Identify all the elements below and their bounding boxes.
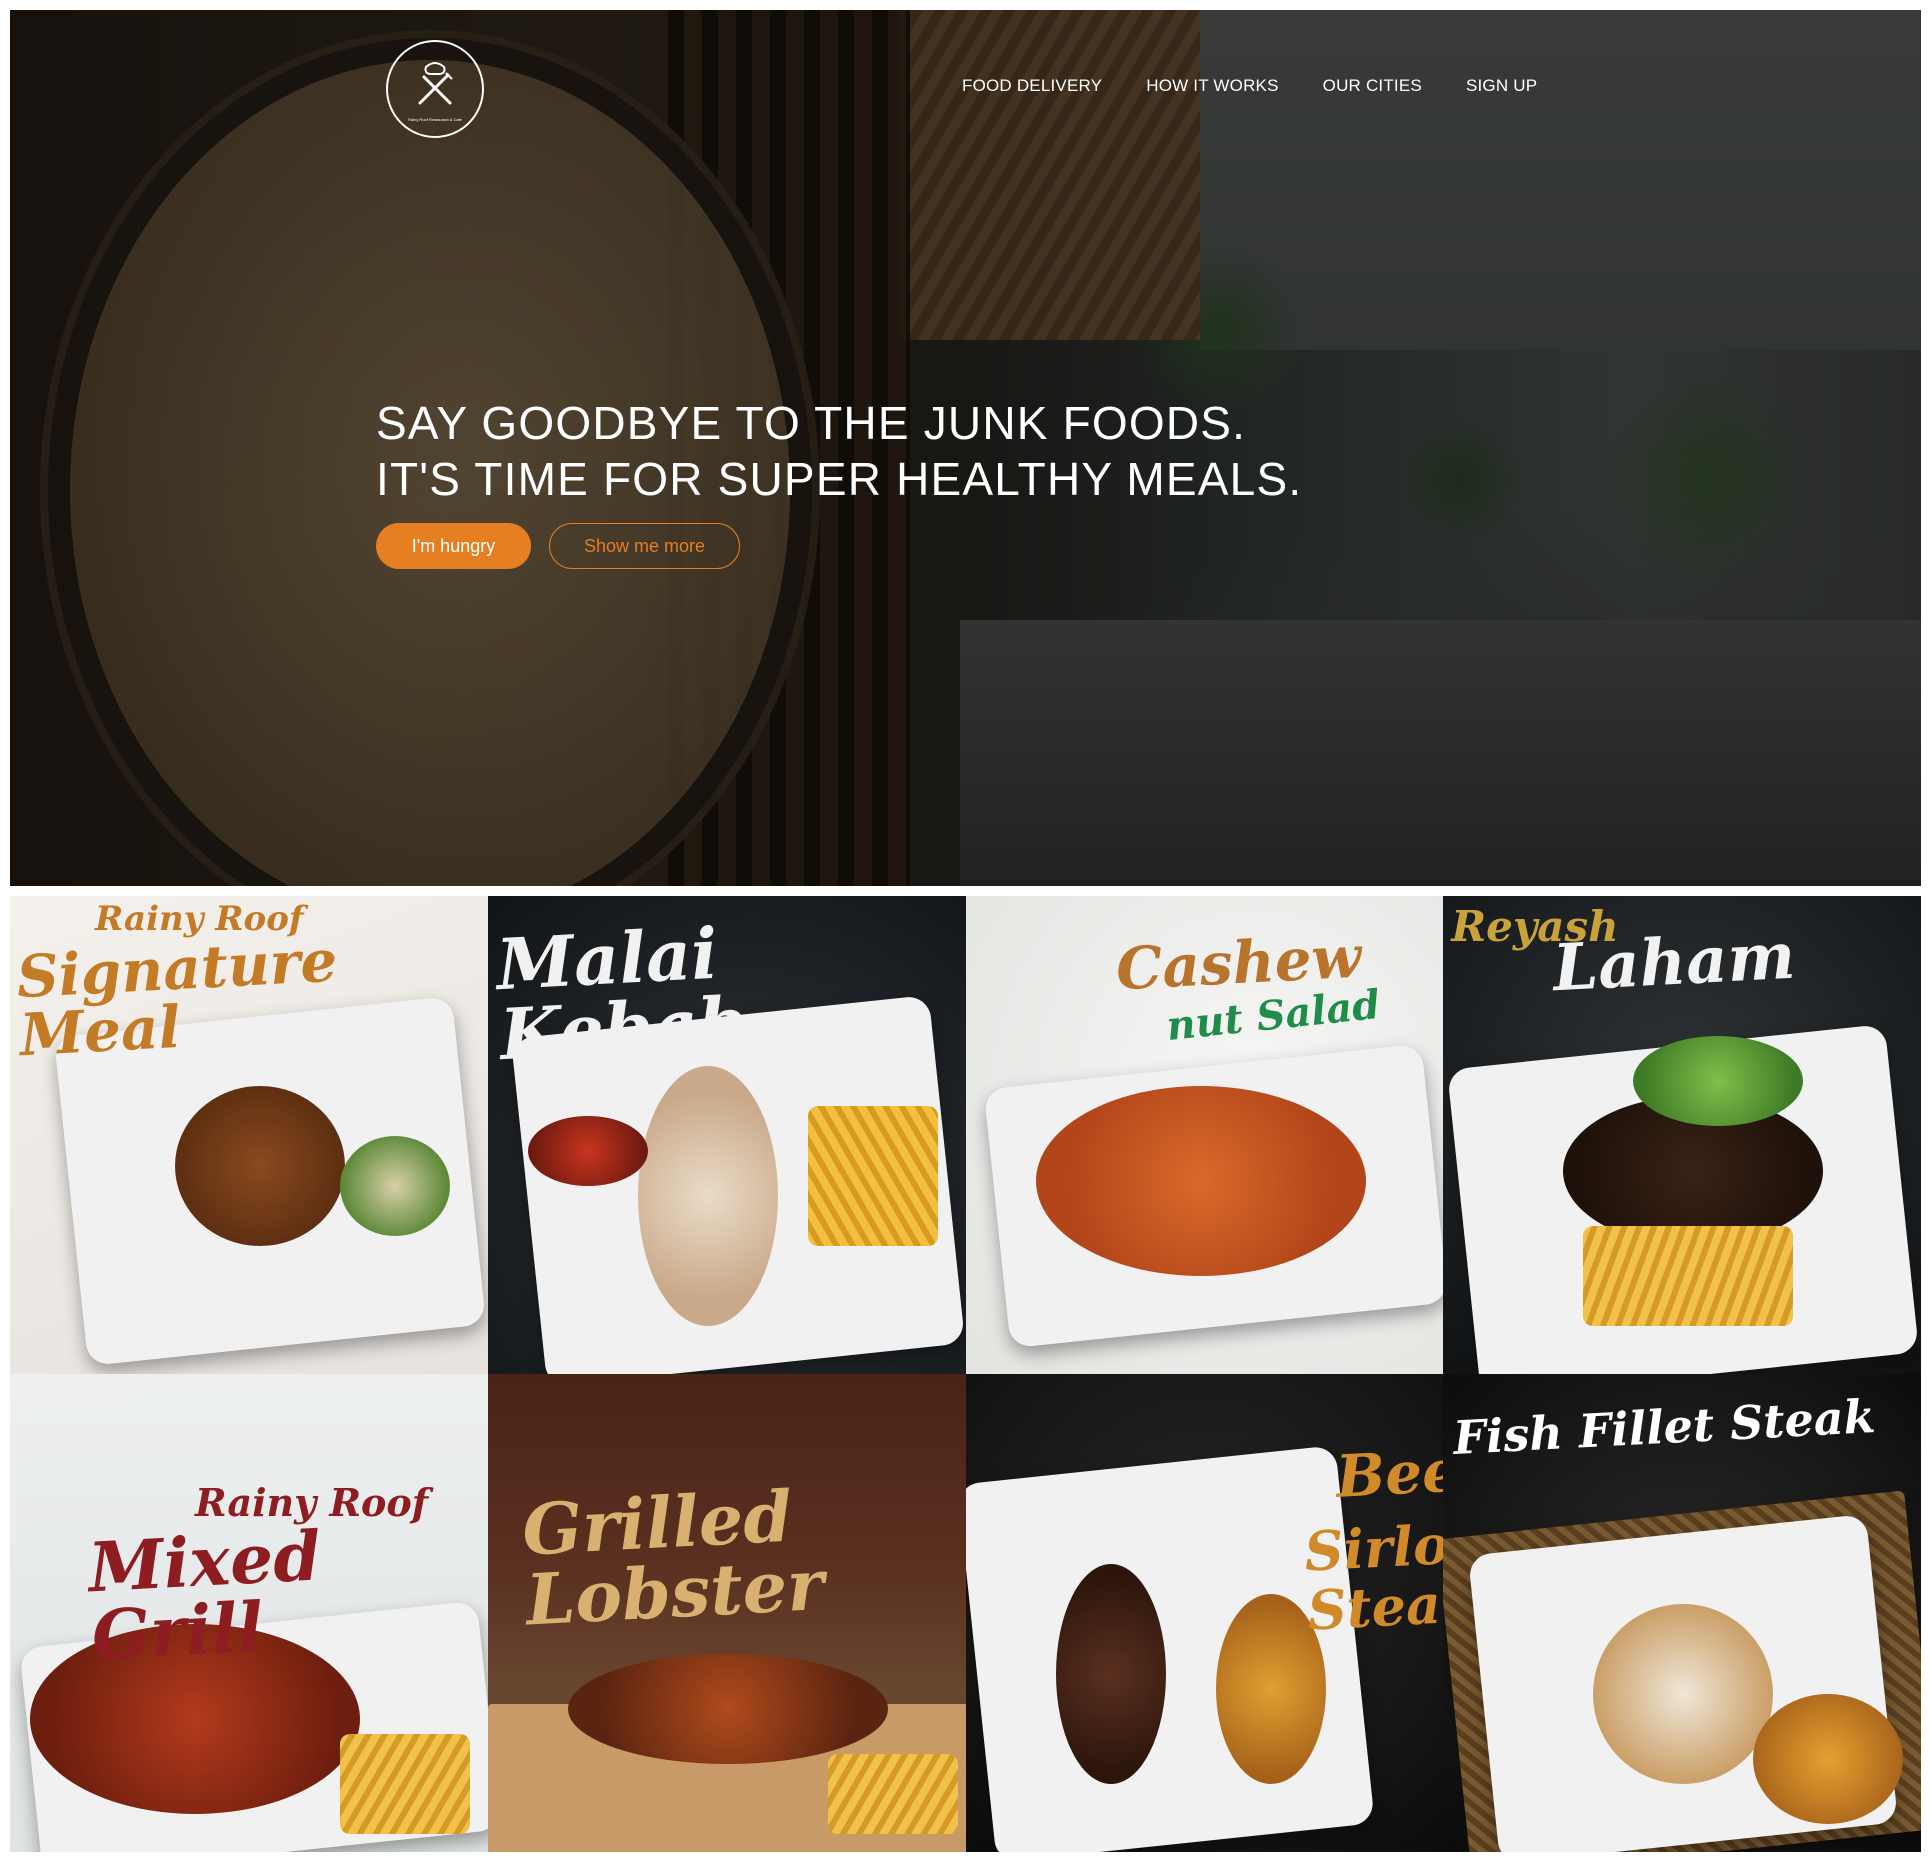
meal-fries: [807, 1106, 938, 1246]
meal-salad: [1633, 1036, 1804, 1126]
meal-tile-fish-fillet-steak[interactable]: Fish Fillet Steak: [1443, 1374, 1921, 1852]
meal-food: [1035, 1086, 1366, 1276]
meal-food: [175, 1086, 345, 1246]
hero-headline-line1: SAY GOODBYE TO THE JUNK FOODS.: [376, 397, 1247, 449]
meal-title: Laham: [1551, 918, 1798, 1007]
meals-grid: Rainy Roof Signature Meal Malai Kebab Ca…: [10, 896, 1921, 1852]
meal-tile-grilled-lobster[interactable]: Grilled Lobster: [487, 1374, 966, 1852]
meal-title: Mixed Grill: [86, 1516, 323, 1677]
site-logo[interactable]: Rainy Roof Restaurant & Cafe: [386, 40, 484, 138]
fork-knife-chef-icon: [418, 61, 453, 104]
meal-title: Beef: [1333, 1435, 1444, 1511]
meal-food: [567, 1654, 888, 1764]
meal-subtitle: Sirloin Steak: [1302, 1509, 1444, 1643]
meal-fries: [1583, 1226, 1794, 1326]
nav-food-delivery[interactable]: FOOD DELIVERY: [962, 76, 1102, 96]
hero-headline: SAY GOODBYE TO THE JUNK FOODS. IT'S TIME…: [376, 395, 1302, 507]
hero-section: Rainy Roof Restaurant & Cafe FOOD DELIVE…: [10, 10, 1921, 886]
meal-title: Fish Fillet Steak: [1452, 1388, 1877, 1466]
meal-tile-signature-meal[interactable]: Rainy Roof Signature Meal: [10, 896, 488, 1374]
meal-title: Malai Kebab: [494, 911, 749, 1077]
meal-food: [637, 1066, 778, 1326]
meal-title: Grilled Lobster: [520, 1474, 826, 1642]
logo-caption: Rainy Roof Restaurant & Cafe: [408, 116, 462, 122]
meal-potato: [1753, 1694, 1904, 1824]
show-me-more-button[interactable]: Show me more: [549, 523, 740, 569]
nav-how-it-works[interactable]: HOW IT WORKS: [1146, 76, 1278, 96]
meal-tile-beef-sirloin-steak[interactable]: Beef Sirloin Steak: [965, 1374, 1444, 1852]
meal-tile-cashew-nut-salad[interactable]: Cashew nut Salad: [965, 896, 1444, 1374]
meal-food: [1055, 1564, 1166, 1784]
nav-sign-up[interactable]: SIGN UP: [1466, 76, 1537, 96]
meal-tile-mixed-grill[interactable]: Rainy Roof Mixed Grill: [10, 1374, 488, 1852]
meal-title: Signature Meal: [15, 926, 339, 1070]
meal-tile-reyash-laham[interactable]: Reyash Laham: [1443, 896, 1921, 1374]
meal-food: [1593, 1604, 1774, 1784]
hero-headline-line2: IT'S TIME FOR SUPER HEALTHY MEALS.: [376, 453, 1303, 505]
im-hungry-button[interactable]: I'm hungry: [376, 523, 531, 569]
meal-fries: [340, 1734, 470, 1834]
main-nav: FOOD DELIVERY HOW IT WORKS OUR CITIES SI…: [962, 76, 1537, 96]
meal-fries: [827, 1754, 958, 1834]
meal-veg: [340, 1136, 450, 1236]
meal-pepper: [527, 1116, 648, 1186]
nav-our-cities[interactable]: OUR CITIES: [1323, 76, 1422, 96]
meal-tile-malai-kebab[interactable]: Malai Kebab: [487, 896, 966, 1374]
